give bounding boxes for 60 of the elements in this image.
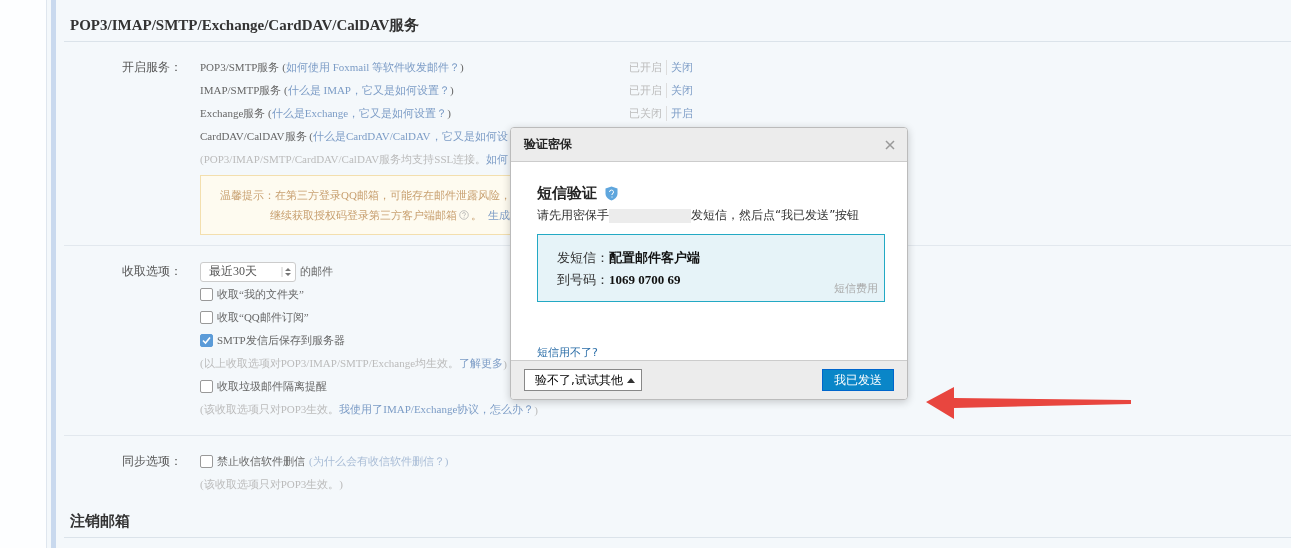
sms-number: 1069 0700 69 <box>609 272 681 287</box>
checkbox[interactable] <box>200 455 213 468</box>
section-title: 注销邮箱 <box>64 512 1291 538</box>
instruction-text: 发短信，然后点“我已发送”按钮 <box>691 207 860 224</box>
checkbox-label: 收取“QQ邮件订阅” <box>217 310 309 325</box>
service-name: CardDAV/CalDAV服务 ( <box>200 130 313 142</box>
tip-text: 在第三方登录QQ邮箱，可能存在邮件泄露风险， <box>275 188 511 203</box>
close-icon[interactable] <box>885 139 895 150</box>
checkbox[interactable] <box>200 311 213 324</box>
help-icon[interactable] <box>459 208 469 222</box>
sms-label: 发短信： <box>557 250 609 265</box>
checkbox[interactable] <box>200 288 213 301</box>
tip-punct: 。 <box>471 208 482 223</box>
help-link[interactable]: 什么是 IMAP，它又是如何设置？ <box>287 84 450 96</box>
service-name: Exchange服务 ( <box>200 107 272 119</box>
sms-label: 到号码： <box>557 272 609 287</box>
service-status: 已关闭 <box>629 106 667 121</box>
paren-text: ) <box>447 107 451 119</box>
toggle-link[interactable]: 开启 <box>671 106 693 121</box>
field-label: 收取选项： <box>121 263 183 280</box>
help-link[interactable]: 如何使用 Foxmail 等软件收发邮件？ <box>285 61 461 73</box>
toggle-link[interactable]: 关闭 <box>671 60 693 75</box>
generate-link[interactable]: 生成 <box>488 205 510 225</box>
field-label: 开启服务： <box>121 59 183 76</box>
help-link[interactable]: 什么是CardDAV/CalDAV，它又是如何设 <box>312 130 508 142</box>
help-link[interactable]: 我使用了IMAP/Exchange协议，怎么办？ <box>339 402 535 417</box>
field-label: 同步选项： <box>121 453 183 470</box>
alternative-button[interactable]: 验不了,试试其他 <box>524 369 642 391</box>
help-link[interactable]: 短信用不了? <box>537 345 598 360</box>
tip-text: 继续获取授权码登录第三方客户端邮箱 <box>270 208 457 223</box>
section-title: POP3/IMAP/SMTP/Exchange/CardDAV/CalDAV服务 <box>64 16 1291 42</box>
help-link[interactable]: 如何 <box>486 152 509 167</box>
help-link[interactable]: 什么是Exchange，它又是如何设置？ <box>271 107 448 119</box>
checkbox[interactable] <box>200 334 213 347</box>
note-suffix: ) <box>534 403 538 416</box>
sent-button[interactable]: 我已发送 <box>822 369 894 391</box>
dialog-heading: 短信验证 <box>537 184 597 203</box>
fee-link[interactable]: 短信费用 <box>834 281 878 296</box>
toggle-link[interactable]: 关闭 <box>671 83 693 98</box>
note-suffix: ) <box>503 357 507 370</box>
instruction-text: 请先用密保手 <box>537 207 609 224</box>
service-name: IMAP/SMTP服务 ( <box>200 84 288 96</box>
checkbox-label: SMTP发信后保存到服务器 <box>217 333 345 348</box>
sms-content: 配置邮件客户端 <box>609 250 700 265</box>
checkbox-label: 收取“我的文件夹” <box>217 287 304 302</box>
paren-text: ) <box>460 61 464 73</box>
checkbox-label: 收取垃圾邮件隔离提醒 <box>217 379 327 394</box>
shield-icon <box>605 186 618 201</box>
checkbox-label: 禁止收信软件删信 <box>217 454 305 469</box>
select-suffix: 的邮件 <box>300 264 333 279</box>
help-link[interactable]: (为什么会有收信软件删信？) <box>309 454 449 469</box>
checkbox[interactable] <box>200 380 213 393</box>
paren-text: ) <box>450 84 454 96</box>
dialog-title: 验证密保 <box>524 136 572 153</box>
service-name: POP3/SMTP服务 ( <box>200 61 286 73</box>
help-link[interactable]: 了解更多 <box>459 356 504 371</box>
period-select[interactable]: 最近30天 <box>200 261 296 282</box>
note-text: (以上收取选项对POP3/IMAP/SMTP/Exchange均生效。 <box>200 356 460 371</box>
tip-label: 温馨提示： <box>220 188 275 203</box>
caret-icon <box>626 377 635 383</box>
